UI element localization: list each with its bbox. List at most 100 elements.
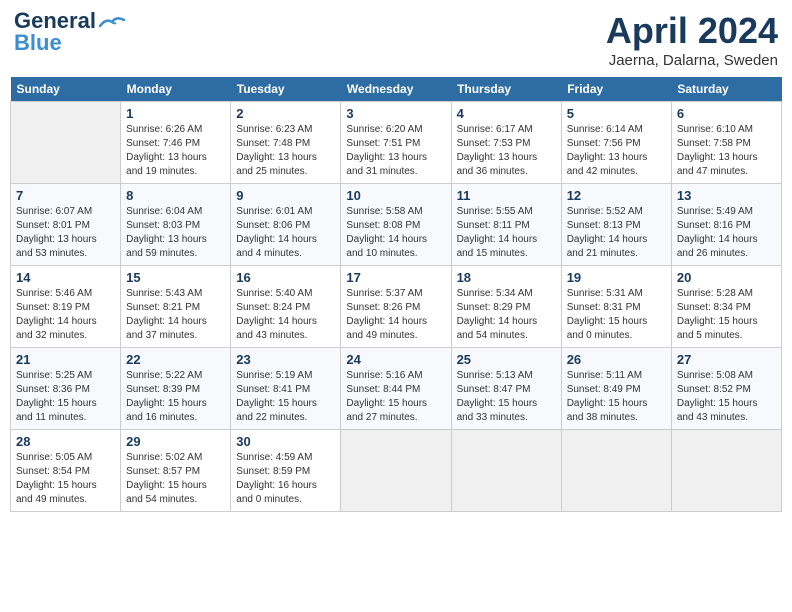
weekday-header: Wednesday bbox=[341, 77, 451, 102]
day-info: Sunrise: 6:20 AMSunset: 7:51 PMDaylight:… bbox=[346, 123, 445, 179]
day-number: 3 bbox=[346, 106, 445, 121]
calendar-cell: 4Sunrise: 6:17 AMSunset: 7:53 PMDaylight… bbox=[451, 102, 561, 184]
day-number: 28 bbox=[16, 434, 115, 449]
calendar-cell: 17Sunrise: 5:37 AMSunset: 8:26 PMDayligh… bbox=[341, 266, 451, 348]
calendar-week-row: 14Sunrise: 5:46 AMSunset: 8:19 PMDayligh… bbox=[11, 266, 782, 348]
calendar-table: SundayMondayTuesdayWednesdayThursdayFrid… bbox=[10, 77, 782, 512]
day-number: 21 bbox=[16, 352, 115, 367]
day-info: Sunrise: 5:02 AMSunset: 8:57 PMDaylight:… bbox=[126, 451, 225, 507]
day-info: Sunrise: 6:26 AMSunset: 7:46 PMDaylight:… bbox=[126, 123, 225, 179]
calendar-cell: 20 Sunrise: 5:28 AMSunset: 8:34 PMDayligh… bbox=[671, 266, 781, 348]
calendar-cell: 10 Sunrise: 5:58 AMSunset: 8:08 PMDayligh… bbox=[341, 184, 451, 266]
calendar-cell: 16Sunrise: 5:40 AMSunset: 8:24 PMDayligh… bbox=[231, 266, 341, 348]
day-number: 19 bbox=[567, 270, 666, 285]
day-number: 25 bbox=[457, 352, 556, 367]
location-title: Jaerna, Dalarna, Sweden bbox=[606, 52, 778, 69]
calendar-cell: 22 Sunrise: 5:22 AMSunset: 8:39 PMDayligh… bbox=[121, 348, 231, 430]
day-info: Sunrise: 5:28 AMSunset: 8:34 PMDaylight:… bbox=[677, 287, 776, 343]
calendar-cell: 5 Sunrise: 6:14 AMSunset: 7:56 PMDaylight… bbox=[561, 102, 671, 184]
page-header: General Blue April 2024 Jaerna, Dalarna,… bbox=[10, 10, 782, 69]
calendar-cell: 18 Sunrise: 5:34 AMSunset: 8:29 PMDayligh… bbox=[451, 266, 561, 348]
calendar-cell: 30Sunrise: 4:59 AMSunset: 8:59 PMDayligh… bbox=[231, 430, 341, 512]
calendar-cell: 27 Sunrise: 5:08 AMSunset: 8:52 PMDayligh… bbox=[671, 348, 781, 430]
day-number: 8 bbox=[126, 188, 225, 203]
day-number: 7 bbox=[16, 188, 115, 203]
calendar-header-row: SundayMondayTuesdayWednesdayThursdayFrid… bbox=[11, 77, 782, 102]
day-info: Sunrise: 5:55 AMSunset: 8:11 PMDaylight:… bbox=[457, 205, 556, 261]
day-info: Sunrise: 4:59 AMSunset: 8:59 PMDaylight:… bbox=[236, 451, 335, 507]
calendar-cell: 25 Sunrise: 5:13 AMSunset: 8:47 PMDayligh… bbox=[451, 348, 561, 430]
weekday-header: Thursday bbox=[451, 77, 561, 102]
calendar-cell: 8 Sunrise: 6:04 AMSunset: 8:03 PMDaylight… bbox=[121, 184, 231, 266]
calendar-cell: 14Sunrise: 5:46 AMSunset: 8:19 PMDayligh… bbox=[11, 266, 121, 348]
calendar-week-row: 1 Sunrise: 6:26 AMSunset: 7:46 PMDaylight… bbox=[11, 102, 782, 184]
day-info: Sunrise: 5:43 AMSunset: 8:21 PMDaylight:… bbox=[126, 287, 225, 343]
day-info: Sunrise: 6:14 AMSunset: 7:56 PMDaylight:… bbox=[567, 123, 666, 179]
day-number: 22 bbox=[126, 352, 225, 367]
weekday-header: Tuesday bbox=[231, 77, 341, 102]
day-info: Sunrise: 5:16 AMSunset: 8:44 PMDaylight:… bbox=[346, 369, 445, 425]
calendar-cell: 11Sunrise: 5:55 AMSunset: 8:11 PMDayligh… bbox=[451, 184, 561, 266]
calendar-cell bbox=[671, 430, 781, 512]
calendar-cell: 23Sunrise: 5:19 AMSunset: 8:41 PMDayligh… bbox=[231, 348, 341, 430]
calendar-cell: 6 Sunrise: 6:10 AMSunset: 7:58 PMDaylight… bbox=[671, 102, 781, 184]
day-info: Sunrise: 6:04 AMSunset: 8:03 PMDaylight:… bbox=[126, 205, 225, 261]
calendar-cell: 15Sunrise: 5:43 AMSunset: 8:21 PMDayligh… bbox=[121, 266, 231, 348]
day-number: 14 bbox=[16, 270, 115, 285]
day-number: 26 bbox=[567, 352, 666, 367]
calendar-cell: 1 Sunrise: 6:26 AMSunset: 7:46 PMDaylight… bbox=[121, 102, 231, 184]
day-info: Sunrise: 6:07 AMSunset: 8:01 PMDaylight:… bbox=[16, 205, 115, 261]
day-number: 23 bbox=[236, 352, 335, 367]
day-info: Sunrise: 5:08 AMSunset: 8:52 PMDaylight:… bbox=[677, 369, 776, 425]
weekday-header: Sunday bbox=[11, 77, 121, 102]
day-number: 9 bbox=[236, 188, 335, 203]
calendar-cell bbox=[451, 430, 561, 512]
weekday-header: Monday bbox=[121, 77, 231, 102]
day-number: 18 bbox=[457, 270, 556, 285]
day-number: 20 bbox=[677, 270, 776, 285]
day-number: 27 bbox=[677, 352, 776, 367]
day-number: 29 bbox=[126, 434, 225, 449]
day-number: 5 bbox=[567, 106, 666, 121]
day-info: Sunrise: 5:34 AMSunset: 8:29 PMDaylight:… bbox=[457, 287, 556, 343]
day-info: Sunrise: 5:40 AMSunset: 8:24 PMDaylight:… bbox=[236, 287, 335, 343]
day-info: Sunrise: 5:22 AMSunset: 8:39 PMDaylight:… bbox=[126, 369, 225, 425]
calendar-cell: 2 Sunrise: 6:23 AMSunset: 7:48 PMDaylight… bbox=[231, 102, 341, 184]
day-number: 1 bbox=[126, 106, 225, 121]
logo-blue: Blue bbox=[14, 30, 62, 55]
month-title: April 2024 bbox=[606, 10, 778, 52]
calendar-cell: 13 Sunrise: 5:49 AMSunset: 8:16 PMDayligh… bbox=[671, 184, 781, 266]
logo: General Blue bbox=[14, 10, 126, 54]
day-info: Sunrise: 6:10 AMSunset: 7:58 PMDaylight:… bbox=[677, 123, 776, 179]
day-info: Sunrise: 5:05 AMSunset: 8:54 PMDaylight:… bbox=[16, 451, 115, 507]
calendar-cell: 9 Sunrise: 6:01 AMSunset: 8:06 PMDaylight… bbox=[231, 184, 341, 266]
title-area: April 2024 Jaerna, Dalarna, Sweden bbox=[606, 10, 778, 69]
day-info: Sunrise: 5:13 AMSunset: 8:47 PMDaylight:… bbox=[457, 369, 556, 425]
day-number: 10 bbox=[346, 188, 445, 203]
calendar-cell: 26 Sunrise: 5:11 AMSunset: 8:49 PMDayligh… bbox=[561, 348, 671, 430]
calendar-cell: 24 Sunrise: 5:16 AMSunset: 8:44 PMDayligh… bbox=[341, 348, 451, 430]
day-info: Sunrise: 5:31 AMSunset: 8:31 PMDaylight:… bbox=[567, 287, 666, 343]
calendar-cell bbox=[11, 102, 121, 184]
calendar-cell: 3 Sunrise: 6:20 AMSunset: 7:51 PMDaylight… bbox=[341, 102, 451, 184]
calendar-cell bbox=[341, 430, 451, 512]
day-number: 6 bbox=[677, 106, 776, 121]
day-info: Sunrise: 5:49 AMSunset: 8:16 PMDaylight:… bbox=[677, 205, 776, 261]
calendar-cell: 12Sunrise: 5:52 AMSunset: 8:13 PMDayligh… bbox=[561, 184, 671, 266]
day-info: Sunrise: 5:11 AMSunset: 8:49 PMDaylight:… bbox=[567, 369, 666, 425]
calendar-cell: 7 Sunrise: 6:07 AMSunset: 8:01 PMDaylight… bbox=[11, 184, 121, 266]
calendar-cell: 28 Sunrise: 5:05 AMSunset: 8:54 PMDayligh… bbox=[11, 430, 121, 512]
calendar-cell: 19 Sunrise: 5:31 AMSunset: 8:31 PMDayligh… bbox=[561, 266, 671, 348]
day-number: 4 bbox=[457, 106, 556, 121]
calendar-week-row: 7 Sunrise: 6:07 AMSunset: 8:01 PMDaylight… bbox=[11, 184, 782, 266]
day-info: Sunrise: 6:23 AMSunset: 7:48 PMDaylight:… bbox=[236, 123, 335, 179]
day-number: 2 bbox=[236, 106, 335, 121]
calendar-week-row: 21Sunrise: 5:25 AMSunset: 8:36 PMDayligh… bbox=[11, 348, 782, 430]
weekday-header: Friday bbox=[561, 77, 671, 102]
day-number: 24 bbox=[346, 352, 445, 367]
day-number: 13 bbox=[677, 188, 776, 203]
day-info: Sunrise: 6:01 AMSunset: 8:06 PMDaylight:… bbox=[236, 205, 335, 261]
calendar-cell: 29 Sunrise: 5:02 AMSunset: 8:57 PMDayligh… bbox=[121, 430, 231, 512]
day-number: 17 bbox=[346, 270, 445, 285]
day-info: Sunrise: 5:58 AMSunset: 8:08 PMDaylight:… bbox=[346, 205, 445, 261]
